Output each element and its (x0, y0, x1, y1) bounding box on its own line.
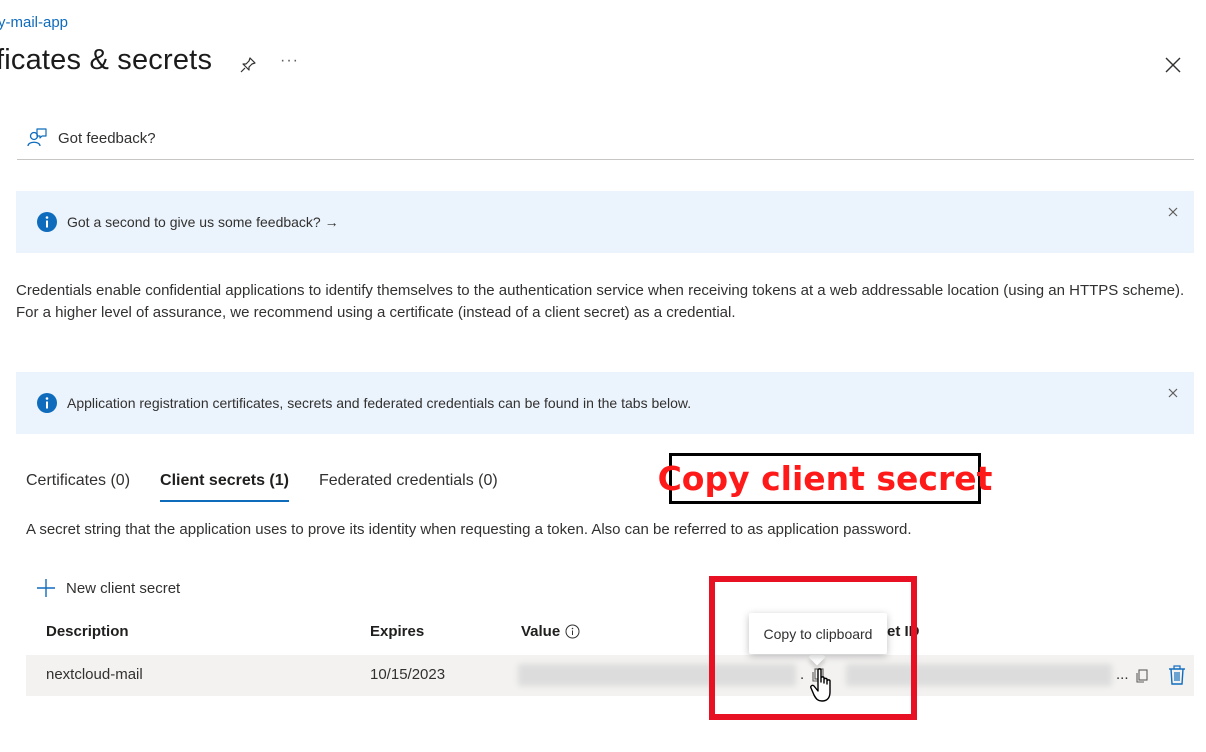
pin-icon[interactable] (238, 55, 258, 75)
banner-text: Application registration certificates, s… (67, 395, 692, 411)
info-icon (37, 212, 57, 232)
info-icon (37, 393, 57, 413)
feedback-label: Got feedback? (58, 129, 156, 147)
feedback-icon (27, 128, 47, 147)
more-icon[interactable]: ··· (280, 52, 299, 70)
info-banner: Application registration certificates, s… (16, 372, 1194, 434)
column-header-value-label: Value (521, 623, 561, 640)
tab-federated-credentials[interactable]: Federated credentials (0) (319, 472, 498, 490)
feedback-banner: Got a second to give us some feedback? → (16, 191, 1194, 253)
delete-icon[interactable] (1168, 665, 1186, 685)
secret-description-cell: nextcloud-mail (46, 666, 143, 683)
new-client-secret-button[interactable]: New client secret (36, 578, 180, 598)
value-info-icon[interactable] (565, 624, 580, 639)
tab-client-secrets[interactable]: Client secrets (1) (160, 472, 289, 502)
banner-text[interactable]: Got a second to give us some feedback? → (67, 214, 339, 230)
divider (17, 159, 1194, 160)
secret-expires-cell: 10/15/2023 (370, 666, 446, 683)
column-header-description: Description (46, 623, 129, 640)
breadcrumb[interactable]: y-mail-app (0, 14, 68, 31)
close-icon[interactable] (1163, 55, 1183, 75)
feedback-button[interactable]: Got feedback? (26, 127, 156, 149)
column-header-value: Value (521, 623, 580, 640)
secret-id-ellipsis: ... (1116, 666, 1129, 683)
new-client-secret-label: New client secret (66, 579, 181, 597)
page-title: ficates & secrets (0, 44, 213, 76)
secrets-description: A secret string that the application use… (26, 521, 912, 538)
copy-icon[interactable] (1134, 668, 1150, 684)
dismiss-icon[interactable] (1166, 386, 1180, 400)
annotation-label: Copy client secret (658, 453, 992, 504)
dismiss-icon[interactable] (1166, 205, 1180, 219)
credential-tabs: Certificates (0) Client secrets (1) Fede… (26, 472, 528, 502)
highlight-rectangle (709, 576, 917, 720)
credentials-description: Credentials enable confidential applicat… (16, 282, 1185, 321)
tab-certificates[interactable]: Certificates (0) (26, 472, 130, 490)
column-header-expires: Expires (370, 623, 425, 640)
add-icon (37, 579, 55, 597)
